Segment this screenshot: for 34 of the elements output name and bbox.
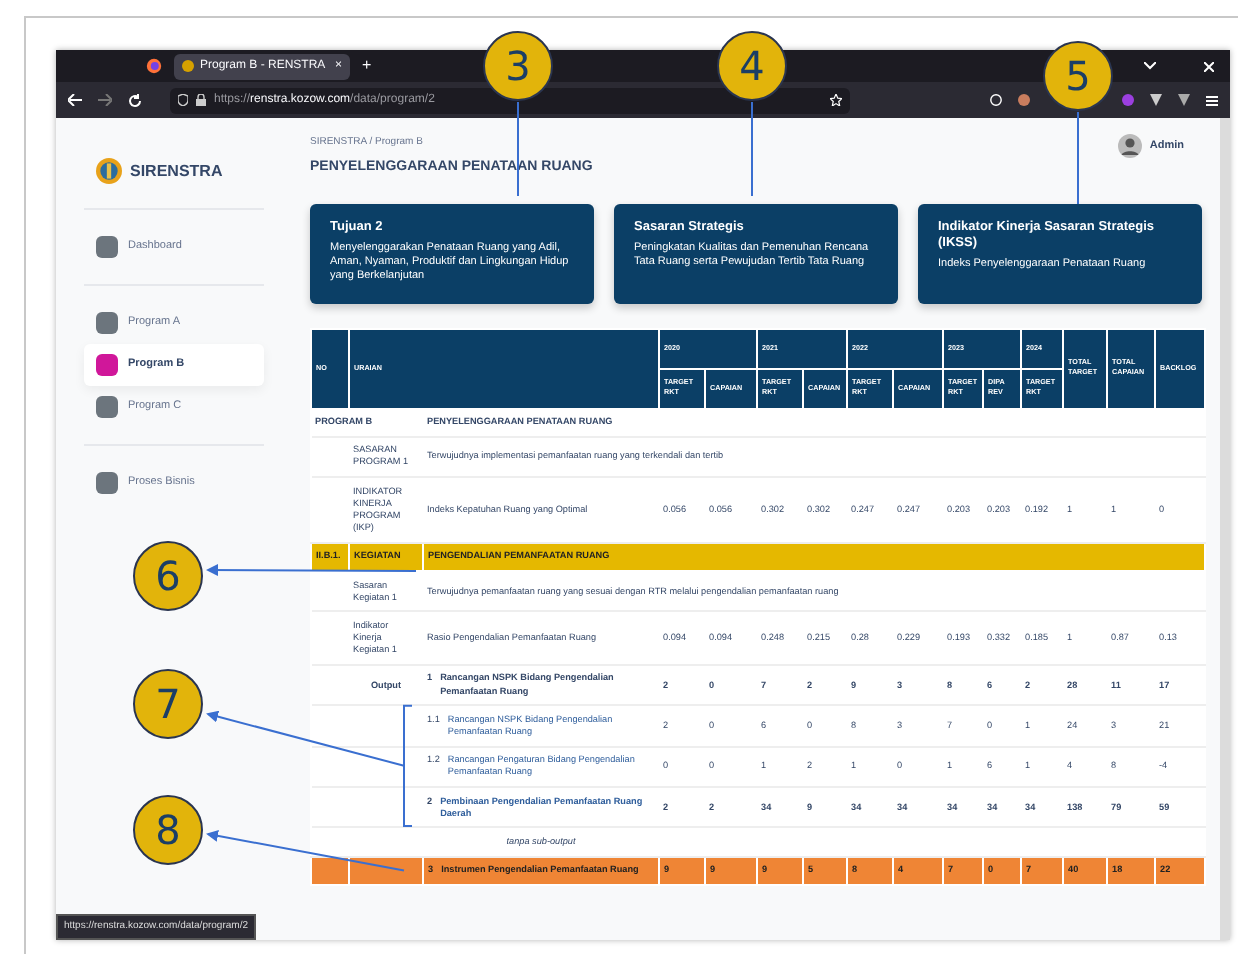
bracket-line (403, 704, 413, 827)
site-icon (182, 60, 194, 72)
callout-marker: 7 (133, 669, 203, 739)
callout-marker: 8 (133, 795, 203, 865)
leader-line (751, 101, 753, 197)
new-tab-button[interactable]: + (362, 54, 372, 78)
extension-icon[interactable] (1150, 94, 1162, 106)
callout-marker: 6 (133, 541, 203, 611)
callout-marker: 5 (1043, 41, 1113, 111)
shield-icon (178, 94, 188, 106)
tab-list-icon[interactable] (1144, 62, 1156, 70)
back-icon[interactable] (68, 94, 82, 106)
logo-icon (96, 158, 122, 184)
page-icon (96, 354, 118, 376)
extension-icon[interactable] (1178, 94, 1190, 106)
menu-icon[interactable] (1206, 95, 1218, 105)
page-icon (96, 236, 118, 258)
close-window-icon[interactable] (1204, 61, 1214, 71)
lock-icon (196, 94, 206, 106)
leader-line (1077, 111, 1079, 205)
callout-marker: 3 (483, 31, 553, 101)
brand-name: SIRENSTRA (130, 159, 223, 183)
reload-icon[interactable] (128, 93, 142, 107)
leader-line (517, 101, 519, 197)
page-icon (96, 472, 118, 494)
forward-icon[interactable] (98, 94, 112, 106)
bookmark-star-icon[interactable] (830, 94, 842, 106)
callout-marker: 4 (717, 31, 787, 101)
account-icon[interactable] (1018, 94, 1030, 106)
user-avatar-icon[interactable] (1117, 134, 1142, 158)
page-icon (96, 396, 118, 418)
browser-logo-icon[interactable] (146, 58, 162, 74)
pocket-icon[interactable] (990, 94, 1002, 106)
page-icon (96, 312, 118, 334)
